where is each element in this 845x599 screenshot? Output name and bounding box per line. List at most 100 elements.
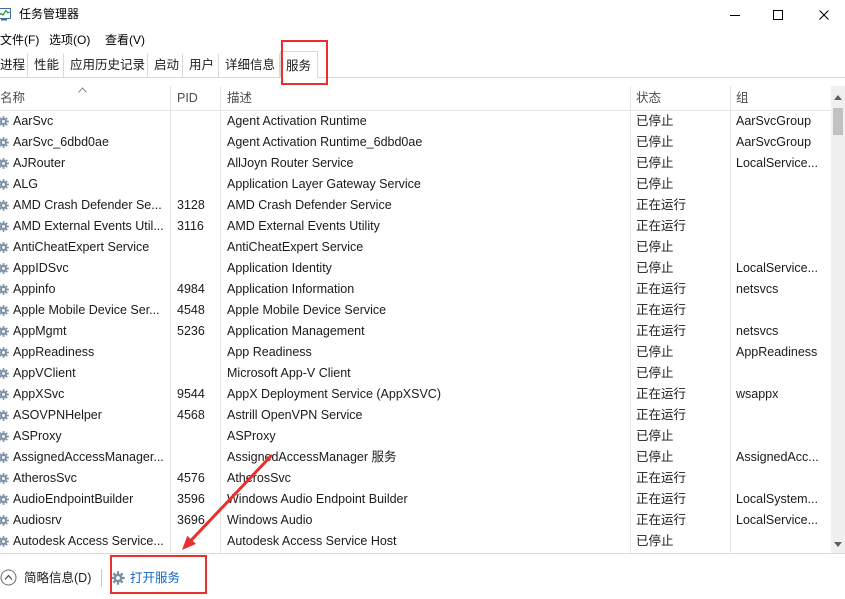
gear-icon bbox=[111, 571, 125, 585]
service-row[interactable]: AppXSvc 9544 AppX Deployment Service (AppX… bbox=[0, 384, 831, 405]
menu-view[interactable]: 查看(V) bbox=[105, 31, 145, 50]
tab-users[interactable]: 用户 bbox=[183, 54, 219, 77]
service-pid: 4568 bbox=[177, 408, 205, 422]
service-status: 正在运行 bbox=[636, 387, 687, 401]
service-row[interactable]: ALG Application Layer Gateway Service 已停止 bbox=[0, 174, 831, 195]
open-services-label[interactable]: 打开服务 bbox=[130, 569, 180, 587]
footer-bar: 简略信息(D) 打开服务 bbox=[0, 553, 845, 599]
tab-performance[interactable]: 性能 bbox=[28, 54, 64, 77]
service-status: 已停止 bbox=[636, 534, 674, 548]
service-name: AppVClient bbox=[13, 366, 76, 380]
service-pid: 5236 bbox=[177, 324, 205, 338]
service-group: AarSvcGroup bbox=[736, 114, 812, 128]
tab-app-history[interactable]: 应用历史记录 bbox=[64, 54, 148, 77]
service-description: App Readiness bbox=[227, 345, 312, 359]
service-row[interactable]: AarSvc_6dbd0ae Agent Activation Runtime_6… bbox=[0, 132, 831, 153]
service-row[interactable]: AJRouter AllJoyn Router Service 已停止 LocalSe… bbox=[0, 153, 831, 174]
service-row[interactable]: ASOVPNHelper 4568 Astrill OpenVPN Service 正… bbox=[0, 405, 831, 426]
service-status: 已停止 bbox=[636, 177, 674, 191]
service-row[interactable]: AntiCheatExpert Service AntiCheatExpert S… bbox=[0, 237, 831, 258]
scroll-down-button[interactable] bbox=[831, 536, 845, 553]
service-status: 正在运行 bbox=[636, 513, 687, 527]
scroll-up-button[interactable] bbox=[831, 88, 845, 106]
service-row[interactable]: AudioEndpointBuilder 3596 Windows Audio En… bbox=[0, 489, 831, 510]
service-pid bbox=[170, 447, 220, 468]
service-row[interactable]: AarSvc Agent Activation Runtime 已停止 AarSvcG… bbox=[0, 111, 831, 132]
service-description: Application Identity bbox=[227, 261, 332, 275]
service-status: 正在运行 bbox=[636, 471, 687, 485]
service-row[interactable]: AppIDSvc Application Identity 已停止 LocalServ… bbox=[0, 258, 831, 279]
service-group bbox=[730, 300, 831, 321]
service-description: AppX Deployment Service (AppXSVC) bbox=[227, 387, 441, 401]
service-name: ALG bbox=[13, 177, 39, 191]
column-header-group[interactable]: 组 bbox=[730, 86, 831, 110]
service-status: 已停止 bbox=[636, 450, 674, 464]
fewer-details-label[interactable]: 简略信息(D) bbox=[24, 569, 91, 587]
service-group bbox=[730, 174, 831, 195]
service-pid: 3696 bbox=[177, 513, 205, 527]
menu-file[interactable]: 文件(F) bbox=[0, 31, 39, 50]
open-services-link[interactable]: 打开服务 bbox=[111, 569, 181, 587]
service-group bbox=[730, 195, 831, 216]
service-group: AarSvcGroup bbox=[736, 135, 812, 149]
service-pid: 9544 bbox=[177, 387, 205, 401]
close-button[interactable] bbox=[803, 0, 845, 30]
tab-services[interactable]: 服务 bbox=[280, 51, 318, 78]
service-description: Windows Audio bbox=[227, 513, 313, 527]
tab-details[interactable]: 详细信息 bbox=[219, 54, 280, 77]
service-row[interactable]: Autodesk Access Service... Autodesk Acces… bbox=[0, 531, 831, 552]
service-description: Astrill OpenVPN Service bbox=[227, 408, 363, 422]
close-icon bbox=[819, 10, 829, 20]
service-status: 正在运行 bbox=[636, 282, 687, 296]
service-description: Agent Activation Runtime_6dbd0ae bbox=[227, 135, 423, 149]
service-status: 正在运行 bbox=[636, 219, 687, 233]
task-manager-icon bbox=[0, 7, 11, 21]
chevron-up-icon bbox=[78, 87, 87, 93]
service-row[interactable]: AssignedAccessManager... AssignedAccessMa… bbox=[0, 447, 831, 468]
service-description: AtherosSvc bbox=[227, 471, 291, 485]
maximize-button[interactable] bbox=[757, 0, 799, 30]
service-row[interactable]: AtherosSvc 4576 AtherosSvc 正在运行 bbox=[0, 468, 831, 489]
service-row[interactable]: AMD Crash Defender Se... 3128 AMD Crash De… bbox=[0, 195, 831, 216]
service-row[interactable]: AMD External Events Util... 3116 AMD Exter… bbox=[0, 216, 831, 237]
service-row[interactable]: AppVClient Microsoft App-V Client 已停止 bbox=[0, 363, 831, 384]
service-group: LocalService... bbox=[736, 513, 818, 527]
service-group: AppReadiness bbox=[736, 345, 818, 359]
vertical-scrollbar[interactable] bbox=[831, 86, 845, 553]
services-list: AarSvc Agent Activation Runtime 已停止 AarSvcG… bbox=[0, 111, 831, 553]
service-row[interactable]: Apple Mobile Device Ser... 4548 Apple Mobi… bbox=[0, 300, 831, 321]
service-row[interactable]: AppReadiness App Readiness 已停止 AppReadiness bbox=[0, 342, 831, 363]
menu-options[interactable]: 选项(O) bbox=[49, 31, 90, 50]
fewer-details-button[interactable]: 简略信息(D) bbox=[0, 569, 94, 587]
service-name: Apple Mobile Device Ser... bbox=[13, 303, 160, 317]
service-name: AppXSvc bbox=[13, 387, 65, 401]
service-description: ASProxy bbox=[227, 429, 276, 443]
minimize-icon bbox=[730, 15, 740, 16]
service-name: AppIDSvc bbox=[13, 261, 69, 275]
service-group bbox=[730, 531, 831, 552]
service-name: ASOVPNHelper bbox=[13, 408, 102, 422]
service-row[interactable]: AppMgmt 5236 Application Management 正在运行 net… bbox=[0, 321, 831, 342]
tab-processes[interactable]: 进程 bbox=[0, 54, 28, 77]
column-header-description[interactable]: 描述 bbox=[220, 86, 630, 110]
service-row[interactable]: Appinfo 4984 Application Information 正在运行 ne… bbox=[0, 279, 831, 300]
chevron-up-circle-icon bbox=[0, 569, 17, 586]
service-row[interactable]: ASProxy ASProxy 已停止 bbox=[0, 426, 831, 447]
service-description: Autodesk Access Service Host bbox=[227, 534, 397, 548]
tab-startup[interactable]: 启动 bbox=[148, 54, 183, 77]
service-name: AarSvc_6dbd0ae bbox=[13, 135, 109, 149]
triangle-up-icon bbox=[834, 94, 842, 100]
minimize-button[interactable] bbox=[714, 0, 756, 30]
service-name: AtherosSvc bbox=[13, 471, 77, 485]
service-group bbox=[730, 237, 831, 258]
column-header-status[interactable]: 状态 bbox=[630, 86, 730, 110]
column-header-pid[interactable]: PID bbox=[170, 86, 220, 110]
service-row[interactable]: Audiosrv 3696 Windows Audio 正在运行 LocalServic… bbox=[0, 510, 831, 531]
scrollbar-thumb[interactable] bbox=[833, 108, 843, 135]
service-pid bbox=[170, 132, 220, 153]
service-pid bbox=[170, 531, 220, 552]
service-name: AssignedAccessManager... bbox=[13, 450, 164, 464]
service-description: Microsoft App-V Client bbox=[227, 366, 351, 380]
service-status: 正在运行 bbox=[636, 198, 687, 212]
service-name: ASProxy bbox=[13, 429, 62, 443]
